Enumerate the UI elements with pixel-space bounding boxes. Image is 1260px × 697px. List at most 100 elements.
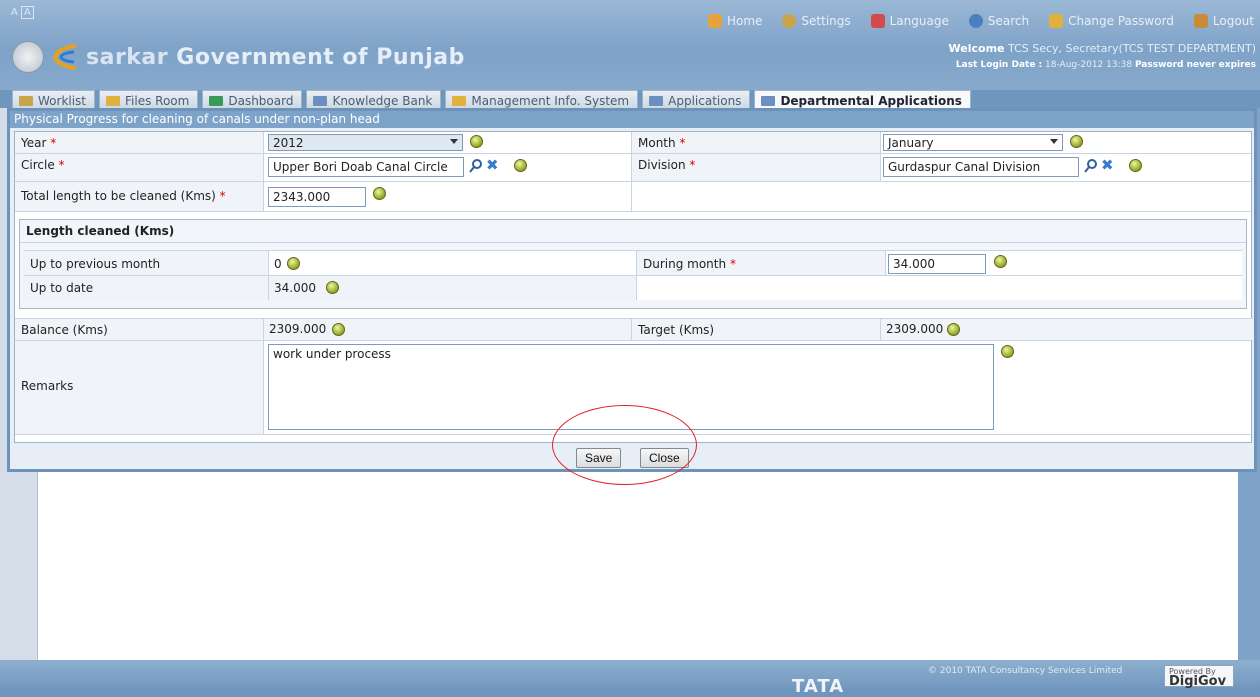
nav-search-label: Search <box>987 14 1030 28</box>
during-month-label-cell: During month * <box>637 251 886 275</box>
tab-label: Departmental Applications <box>780 93 962 108</box>
font-size-controls: AA <box>8 6 34 19</box>
tab-files-room[interactable]: Files Room <box>99 90 199 108</box>
tab-departmental-applications[interactable]: Departmental Applications <box>754 90 971 108</box>
folder-icon <box>19 95 33 106</box>
target-value-cell: 2309.000 <box>881 319 1253 340</box>
year-label-cell: Year * <box>15 132 264 153</box>
nav-home-label: Home <box>726 14 763 28</box>
remarks-label-cell: Remarks <box>15 341 264 434</box>
division-value-cell: Gurdaspur Canal Division ✖ <box>881 154 1253 181</box>
month-select[interactable]: January <box>883 134 1063 151</box>
circle-input[interactable]: Upper Bori Doab Canal Circle <box>268 157 464 177</box>
last-login-line: Last Login Date : 18-Aug-2012 13:38 Pass… <box>949 57 1256 74</box>
row-up-to-date: Up to date 34.000 <box>24 276 1242 300</box>
nav-logout-link[interactable]: Logout <box>1193 14 1254 28</box>
help-icon[interactable] <box>994 255 1007 268</box>
row-circle-division: Circle * Upper Bori Doab Canal Circle ✖ … <box>15 154 1253 182</box>
remarks-value-cell: work under process <box>264 341 1253 434</box>
help-icon[interactable] <box>287 257 300 270</box>
up-to-prev-value-cell: 0 <box>269 251 637 275</box>
year-label: Year <box>21 136 47 150</box>
password-note: Password never expires <box>1134 60 1256 70</box>
nav-settings-label: Settings <box>801 14 851 28</box>
required-mark: * <box>58 158 65 172</box>
lookup-icon[interactable] <box>1084 159 1098 173</box>
balance-label-cell: Balance (Kms) <box>15 319 264 340</box>
last-login-label: Last Login Date : <box>955 60 1043 70</box>
font-size-large-button[interactable]: A <box>20 6 34 19</box>
row-year-month: Year * 2012 Month * January <box>15 132 1253 154</box>
month-label: Month <box>638 136 676 150</box>
help-icon[interactable] <box>514 159 527 172</box>
tab-management-info-system[interactable]: Management Info. System <box>445 90 639 108</box>
target-label: Target (Kms) <box>638 323 715 337</box>
chevron-down-icon <box>1050 139 1058 144</box>
nav-language-label: Language <box>889 14 949 28</box>
up-to-date-label-cell: Up to date <box>24 276 269 300</box>
tab-label: Knowledge Bank <box>332 93 433 108</box>
circle-value-cell: Upper Bori Doab Canal Circle ✖ <box>264 154 632 181</box>
help-icon[interactable] <box>1070 135 1083 148</box>
circle-label-cell: Circle * <box>15 154 264 181</box>
year-select[interactable]: 2012 <box>268 134 463 151</box>
help-icon[interactable] <box>1001 345 1014 358</box>
nav-language-link[interactable]: Language <box>870 14 949 28</box>
nav-change-password-link[interactable]: Change Password <box>1049 14 1174 28</box>
row-total-length: Total length to be cleaned (Kms) * 2343.… <box>15 182 1253 212</box>
during-month-value-cell: 34.000 <box>886 251 1242 275</box>
emblem-icon <box>12 41 44 73</box>
help-icon[interactable] <box>373 187 386 200</box>
copyright-text: © 2010 TATA Consultancy Services Limited <box>928 666 1123 676</box>
total-length-label-cell: Total length to be cleaned (Kms) * <box>15 182 264 211</box>
clear-icon[interactable]: ✖ <box>486 158 499 173</box>
row-balance-target: Balance (Kms) 2309.000 Target (Kms) 2309… <box>15 318 1253 341</box>
help-icon[interactable] <box>326 281 339 294</box>
up-to-prev-label: Up to previous month <box>30 257 161 271</box>
required-mark: * <box>679 136 686 150</box>
nav-logout-label: Logout <box>1212 14 1254 28</box>
during-month-input[interactable]: 34.000 <box>888 254 986 274</box>
nav-search-link[interactable]: Search <box>968 14 1030 28</box>
remarks-label: Remarks <box>21 379 74 393</box>
year-selected-value: 2012 <box>273 136 304 150</box>
up-to-date-label: Up to date <box>30 281 94 295</box>
tab-dashboard[interactable]: Dashboard <box>202 90 303 108</box>
lookup-icon[interactable] <box>469 159 483 173</box>
help-icon[interactable] <box>1129 159 1142 172</box>
nav-home-link[interactable]: Home <box>707 14 763 28</box>
nav-settings-link[interactable]: Settings <box>782 14 851 28</box>
files-icon <box>106 95 121 106</box>
tab-knowledge-bank[interactable]: Knowledge Bank <box>306 90 442 108</box>
clear-icon[interactable]: ✖ <box>1101 158 1114 173</box>
balance-value-cell: 2309.000 <box>264 319 632 340</box>
search-icon <box>968 14 983 28</box>
powered-by-badge: Powered By DigiGov <box>1164 665 1234 688</box>
during-month-label: During month <box>643 257 727 271</box>
required-mark: * <box>50 136 57 150</box>
up-to-prev-value: 0 <box>274 257 282 271</box>
tab-applications[interactable]: Applications <box>642 90 751 108</box>
length-cleaned-heading: Length cleaned (Kms) <box>20 220 1246 243</box>
tab-worklist[interactable]: Worklist <box>12 90 96 108</box>
esarkar-logo-icon <box>52 44 77 70</box>
tata-logo: TATA <box>792 676 845 697</box>
nav-change-password-label: Change Password <box>1068 14 1174 28</box>
total-length-input[interactable]: 2343.000 <box>268 187 366 207</box>
font-size-small-button[interactable]: A <box>8 6 21 19</box>
help-icon[interactable] <box>332 323 345 336</box>
language-icon <box>870 14 885 28</box>
last-login-value: 18-Aug-2012 13:38 <box>1045 60 1133 70</box>
tab-label: Files Room <box>125 93 190 108</box>
help-icon[interactable] <box>470 135 483 148</box>
year-value-cell: 2012 <box>264 132 632 153</box>
target-value: 2309.000 <box>886 322 944 336</box>
help-icon[interactable] <box>947 323 960 336</box>
division-input[interactable]: Gurdaspur Canal Division <box>883 157 1079 177</box>
logout-icon <box>1193 14 1208 28</box>
balance-label: Balance (Kms) <box>21 323 108 337</box>
up-to-date-value-cell: 34.000 <box>269 276 637 300</box>
main-tabs: Worklist Files Room Dashboard Knowledge … <box>12 90 975 108</box>
division-label-cell: Division * <box>632 154 881 181</box>
home-icon <box>707 14 722 28</box>
